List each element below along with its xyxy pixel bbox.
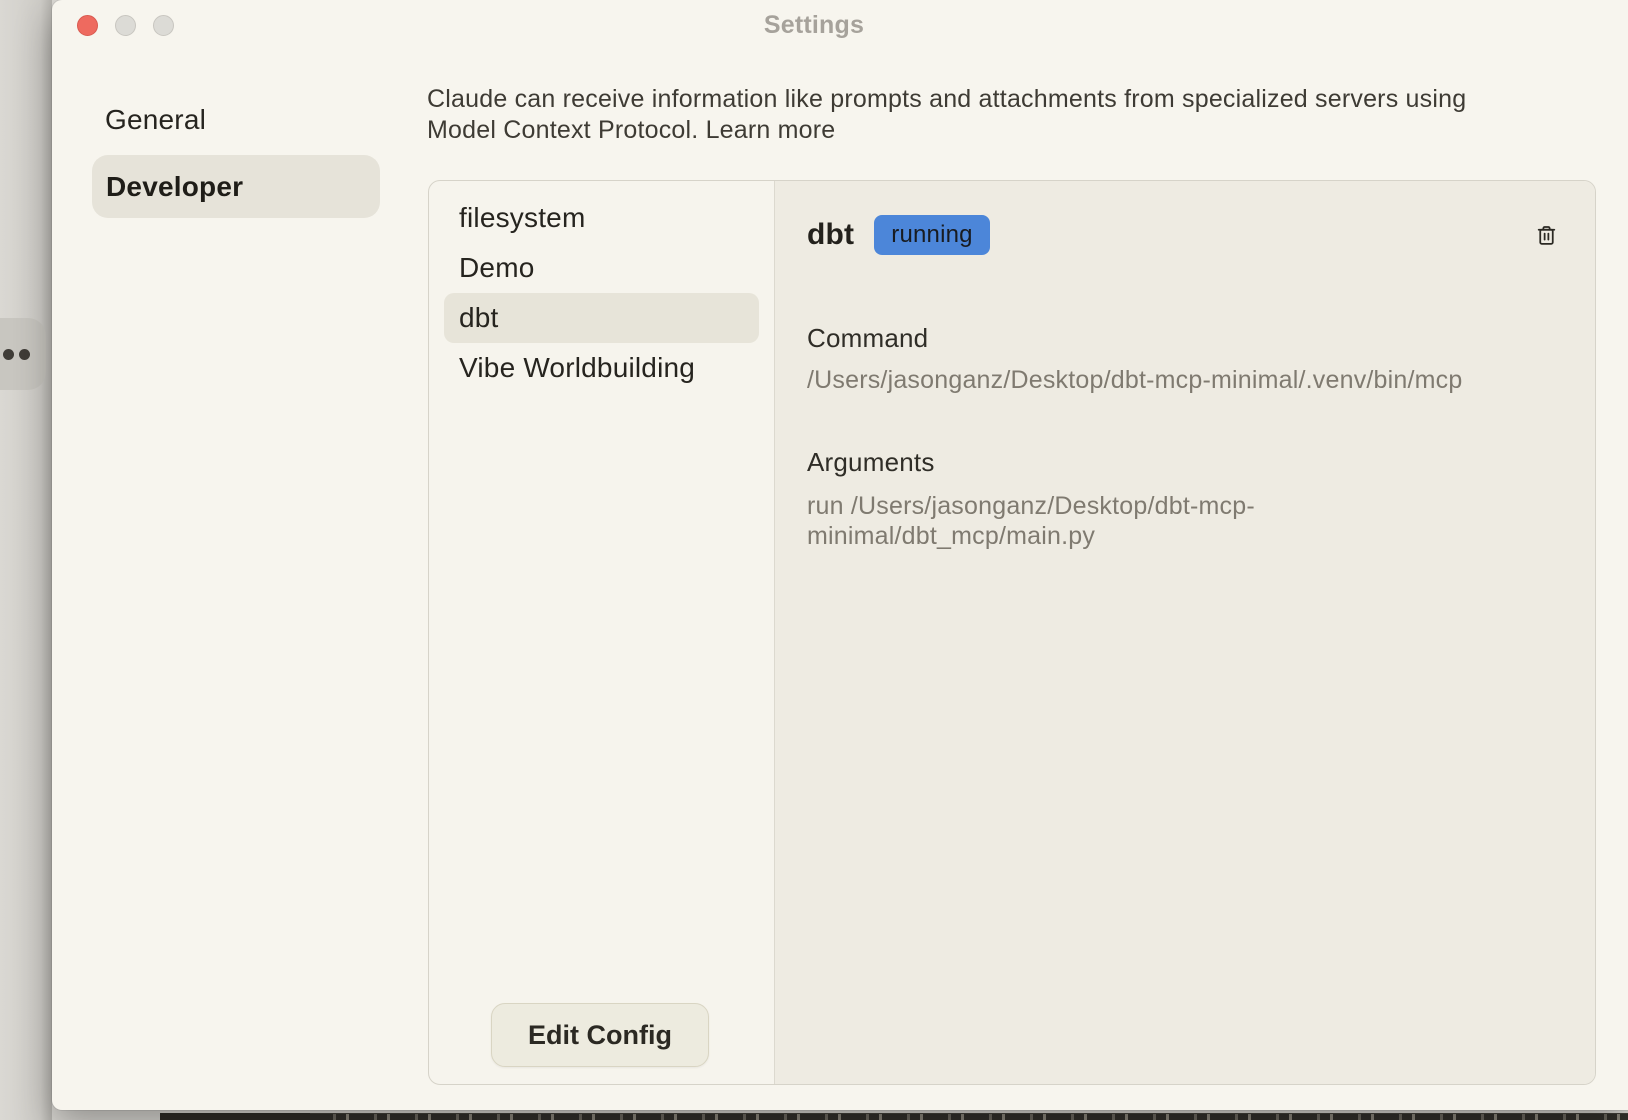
- trash-icon: [1534, 223, 1559, 248]
- dot-icon: [19, 349, 30, 360]
- background-app-strip: [0, 0, 52, 1120]
- close-button[interactable]: [77, 15, 98, 36]
- server-detail-pane: dbt running Command /Users/jasonganz/Des…: [774, 181, 1595, 1084]
- server-item-dbt[interactable]: dbt: [444, 293, 759, 343]
- zoom-button[interactable]: [153, 15, 174, 36]
- obscured-background-text: [160, 1113, 1628, 1120]
- minimize-button[interactable]: [115, 15, 136, 36]
- edit-config-button[interactable]: Edit Config: [491, 1003, 709, 1067]
- server-item-vibe-worldbuilding[interactable]: Vibe Worldbuilding: [444, 343, 759, 393]
- arguments-label: Arguments: [807, 447, 935, 477]
- sidebar-item-label: Developer: [92, 155, 380, 218]
- command-label: Command: [807, 323, 928, 353]
- server-item-demo[interactable]: Demo: [444, 243, 759, 293]
- description-text: Claude can receive information like prom…: [427, 85, 1466, 144]
- settings-window: General Developer Claude can receive inf…: [52, 0, 1628, 1110]
- mcp-servers-panel: dbt running Command /Users/jasonganz/Des…: [428, 180, 1596, 1085]
- status-badge: running: [874, 215, 989, 255]
- learn-more-link[interactable]: Learn more: [706, 116, 836, 144]
- mcp-description: Claude can receive information like prom…: [427, 84, 1532, 145]
- server-list: filesystem Demo dbt Vibe Worldbuilding: [429, 193, 774, 393]
- arguments-value: run /Users/jasonganz/Desktop/dbt-mcp-min…: [807, 491, 1297, 551]
- sidebar-item-developer[interactable]: Developer: [92, 155, 380, 218]
- sidebar-item-general[interactable]: General: [105, 100, 220, 140]
- titlebar[interactable]: [52, 0, 1628, 55]
- obscured-background-text: [160, 1113, 310, 1120]
- background-overflow-button[interactable]: [0, 318, 46, 390]
- server-detail-header: dbt running: [807, 215, 1561, 255]
- delete-server-button[interactable]: [1531, 220, 1561, 250]
- server-name: dbt: [807, 218, 854, 252]
- dot-icon: [3, 349, 14, 360]
- server-item-filesystem[interactable]: filesystem: [444, 193, 759, 243]
- command-value: /Users/jasonganz/Desktop/dbt-mcp-minimal…: [807, 365, 1527, 395]
